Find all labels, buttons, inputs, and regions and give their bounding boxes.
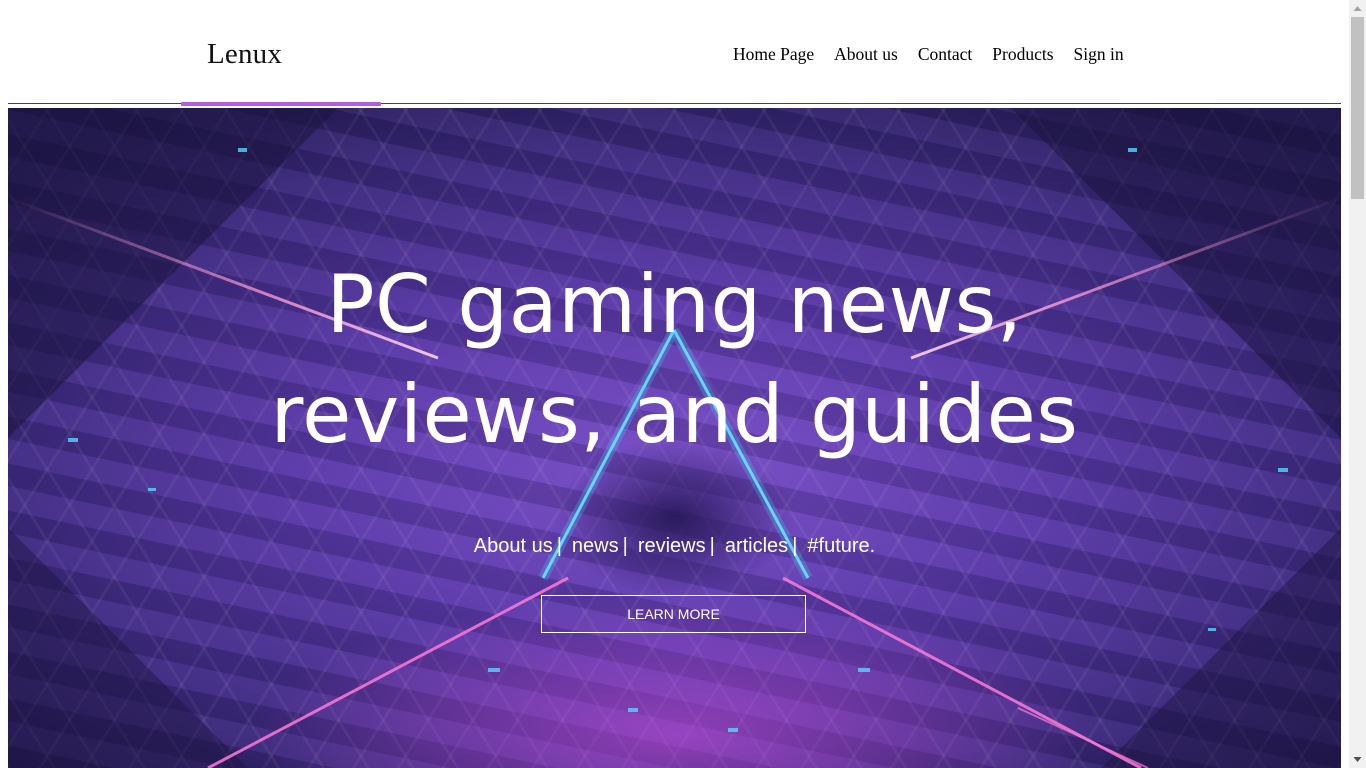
scrollbar-thumb[interactable] — [1351, 17, 1364, 199]
nav-contact[interactable]: Contact — [918, 44, 972, 65]
tag-articles[interactable]: articles — [725, 535, 788, 557]
learn-more-button[interactable]: LEARN MORE — [541, 595, 806, 633]
hero-headline-line-2: reviews, and guides — [270, 368, 1079, 461]
tag-separator: | — [709, 535, 715, 557]
hero-banner: PC gaming news, reviews, and guides Abou… — [8, 108, 1341, 768]
main-nav: Home Page About us Contact Products Sign… — [733, 44, 1124, 65]
tag-future[interactable]: #future. — [807, 535, 875, 557]
header-accent-bar — [181, 102, 381, 106]
tag-separator: | — [556, 535, 562, 557]
page-scrollbar[interactable] — [1349, 0, 1366, 768]
hero-headline-line-1: PC gaming news, — [326, 258, 1023, 351]
nav-sign-in[interactable]: Sign in — [1074, 44, 1124, 65]
triangle-up-icon[interactable] — [1349, 0, 1366, 17]
site-logo[interactable]: Lenux — [207, 38, 282, 71]
tag-separator: | — [792, 535, 798, 557]
tag-news[interactable]: news — [572, 535, 619, 557]
nav-about-us[interactable]: About us — [834, 44, 898, 65]
page: Lenux Home Page About us Contact Product… — [0, 0, 1349, 768]
tag-separator: | — [622, 535, 628, 557]
tag-reviews[interactable]: reviews — [638, 535, 706, 557]
hero-tag-links: About us | news | reviews | articles | #future. — [8, 535, 1341, 558]
nav-products[interactable]: Products — [992, 44, 1053, 65]
triangle-down-icon[interactable] — [1349, 751, 1366, 768]
tag-about-us[interactable]: About us — [474, 535, 553, 557]
nav-home-page[interactable]: Home Page — [733, 44, 814, 65]
hero-headline: PC gaming news, reviews, and guides — [8, 250, 1341, 470]
